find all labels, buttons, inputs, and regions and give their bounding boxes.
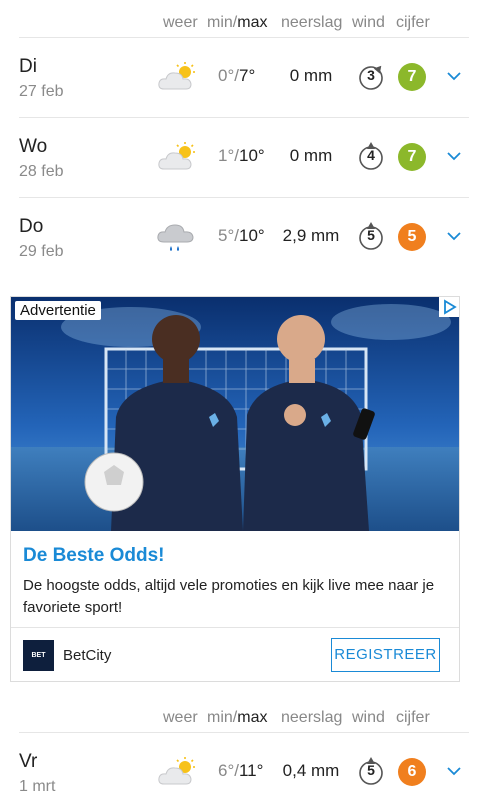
temp-max: 10°: [238, 146, 265, 165]
wind-force: 4: [367, 147, 375, 163]
temp-min: 1°/: [218, 146, 239, 165]
day-date: 1 mrt: [19, 778, 56, 795]
brand-name: BetCity: [63, 647, 112, 664]
wind-force: 5: [367, 762, 375, 778]
grade-badge: 5: [398, 223, 426, 251]
temp-min: 6°/: [218, 761, 239, 780]
day-row-di[interactable]: Di 27 feb 0°/7° 0 mm 3 7: [0, 38, 487, 117]
temperature: 1°/10°: [218, 146, 265, 166]
wind-indicator: 4: [357, 142, 385, 172]
column-min: min/: [207, 709, 238, 726]
precipitation: 0 mm: [289, 66, 333, 85]
column-wind: wind: [352, 14, 385, 31]
ad-body: De hoogste odds, altijd vele promoties e…: [23, 577, 435, 616]
wind-indicator: 5: [357, 222, 385, 252]
ad-image[interactable]: Advertentie: [11, 297, 459, 531]
column-max: max: [237, 14, 268, 31]
column-cijfer: cijfer: [396, 14, 430, 31]
wind-force: 5: [367, 227, 375, 243]
partly-cloudy-icon: [158, 62, 195, 90]
grade-badge: 7: [398, 63, 426, 91]
ad-title[interactable]: De Beste Odds!: [23, 545, 164, 567]
column-minmax: min/max: [207, 14, 267, 32]
wind-indicator: 3: [357, 62, 385, 92]
day-name: Wo: [19, 136, 48, 157]
chevron-down-icon[interactable]: [446, 70, 462, 82]
column-header: weer min/max neerslag wind cijfer: [0, 8, 487, 38]
day-date: 28 feb: [19, 163, 64, 180]
column-cijfer: cijfer: [396, 709, 430, 726]
column-neerslag: neerslag: [281, 709, 343, 726]
temperature: 6°/11°: [218, 761, 263, 781]
temp-max: 11°: [238, 761, 264, 780]
temp-max: 7°: [238, 66, 256, 85]
precipitation: 0,4 mm: [282, 761, 340, 780]
temp-min: 0°/: [218, 66, 239, 85]
column-weer: weer: [163, 709, 198, 726]
chevron-down-icon[interactable]: [446, 150, 462, 162]
temp-max: 10°: [238, 226, 265, 245]
column-wind: wind: [352, 709, 385, 726]
column-header: weer min/max neerslag wind cijfer: [0, 703, 487, 733]
column-max: max: [237, 709, 268, 726]
column-minmax: min/max: [207, 709, 267, 727]
day-name: Vr: [19, 751, 38, 772]
day-date: 27 feb: [19, 83, 64, 100]
chevron-down-icon[interactable]: [446, 765, 462, 777]
day-row-wo[interactable]: Wo 28 feb 1°/10° 0 mm 4 7: [0, 118, 487, 197]
wind-indicator: 5: [357, 757, 385, 787]
column-weer: weer: [163, 14, 198, 31]
precipitation: 0 mm: [289, 146, 333, 165]
register-button[interactable]: REGISTREER: [331, 638, 440, 672]
temperature: 0°/7°: [218, 66, 255, 86]
day-name: Di: [19, 56, 37, 77]
column-neerslag: neerslag: [281, 14, 343, 31]
ad-footer: BET CITY BetCity REGISTREER: [11, 627, 459, 690]
day-name: Do: [19, 216, 44, 237]
day-date: 29 feb: [19, 243, 64, 260]
column-min: min/: [207, 14, 238, 31]
precipitation: 2,9 mm: [282, 226, 340, 245]
grade-badge: 6: [398, 758, 426, 786]
temperature: 5°/10°: [218, 226, 265, 246]
day-row-vr[interactable]: Vr 1 mrt 6°/11° 0,4 mm 5 6: [0, 733, 487, 800]
ad-label: Advertentie: [15, 301, 101, 320]
wind-force: 3: [367, 67, 375, 83]
temp-min: 5°/: [218, 226, 239, 245]
chevron-down-icon[interactable]: [446, 230, 462, 242]
grade-badge: 7: [398, 143, 426, 171]
rain-cloud-icon: [157, 224, 194, 251]
day-row-do[interactable]: Do 29 feb 5°/10° 2,9 mm 5 5: [0, 198, 487, 277]
adchoices-icon[interactable]: [439, 297, 459, 317]
partly-cloudy-icon: [158, 142, 195, 170]
advertisement[interactable]: Advertentie De Beste Odds! De hoogste od…: [10, 296, 460, 690]
betcity-logo: BET CITY: [23, 640, 54, 690]
ad-photo-illustration: [11, 297, 459, 531]
partly-cloudy-icon: [158, 757, 195, 785]
